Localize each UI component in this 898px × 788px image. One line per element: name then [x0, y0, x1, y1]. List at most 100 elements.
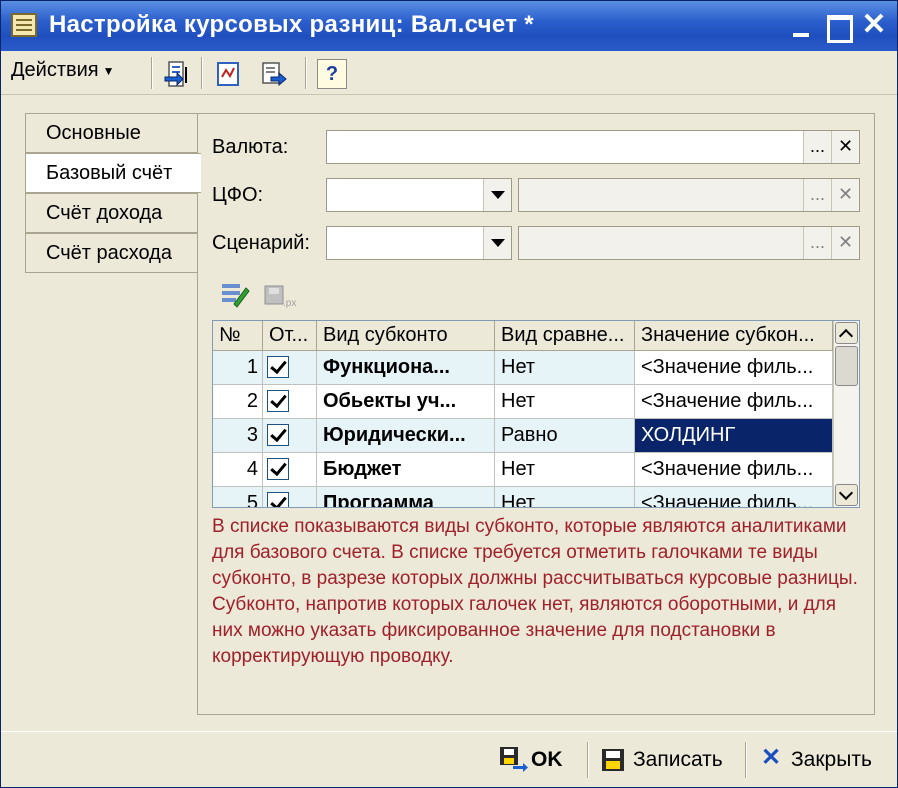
cfo-select-button[interactable]: ... — [803, 179, 831, 211]
col-header-compare[interactable]: Вид сравне... — [495, 321, 635, 351]
table-scrollbar[interactable] — [833, 321, 859, 507]
col-header-value[interactable]: Значение субкон... — [635, 321, 833, 351]
actions-menu-label: Действия — [11, 59, 99, 81]
help-description: В списке показываются виды субконто, кот… — [212, 516, 858, 667]
tab-list: Основные Базовый счёт Счёт дохода Счёт р… — [25, 113, 201, 273]
table-row[interactable]: 4 Бюджет Нет <Значение филь... — [213, 453, 833, 487]
cfo-label: ЦФО: — [212, 184, 264, 206]
col-header-num[interactable]: № — [213, 321, 263, 351]
cfo-value-field[interactable]: ... ✕ — [518, 178, 860, 212]
row-checkbox-cell[interactable] — [263, 487, 317, 507]
scenario-type-select[interactable] — [326, 226, 512, 260]
row-compare[interactable]: Нет — [495, 453, 635, 486]
save-and-close-icon — [499, 746, 528, 773]
chevron-down-icon[interactable] — [483, 227, 511, 259]
navigate-icon[interactable] — [259, 59, 289, 89]
row-compare[interactable]: Нет — [495, 487, 635, 507]
button-separator — [745, 742, 747, 778]
row-value[interactable]: <Значение филь... — [635, 453, 833, 486]
currency-select-button[interactable]: ... — [803, 131, 831, 163]
currency-field[interactable]: ... ✕ — [326, 130, 860, 164]
toolbar-separator — [151, 57, 153, 89]
dialog-buttons: OK Записать ✕ Закрыть — [1, 731, 897, 787]
scroll-up-button[interactable] — [835, 322, 858, 344]
row-value[interactable]: <Значение филь... — [635, 385, 833, 418]
svg-text:.px: .px — [283, 298, 296, 308]
scenario-label: Сценарий: — [212, 232, 310, 254]
row-value[interactable]: <Значение филь... — [635, 487, 833, 507]
title-bar[interactable]: Настройка курсовых разниц: Вал.счет * ✕ — [1, 1, 897, 51]
currency-clear-button[interactable]: ✕ — [831, 131, 859, 163]
scroll-thumb[interactable] — [835, 346, 858, 386]
table-header: № От... Вид субконто Вид сравне... Значе… — [213, 321, 833, 351]
actions-menu[interactable]: Действия ▼ — [11, 59, 115, 87]
row-checkbox-cell[interactable] — [263, 419, 317, 452]
form-icon — [11, 13, 37, 37]
cfo-clear-button[interactable]: ✕ — [831, 179, 859, 211]
journal-icon[interactable] — [213, 59, 243, 89]
cfo-type-select[interactable] — [326, 178, 512, 212]
row-compare[interactable]: Нет — [495, 385, 635, 418]
window-title: Настройка курсовых разниц: Вал.счет * — [49, 11, 534, 38]
row-number: 4 — [213, 453, 263, 486]
row-compare[interactable]: Нет — [495, 351, 635, 384]
row-value[interactable]: <Значение филь... — [635, 351, 833, 384]
scenario-value-field[interactable]: ... ✕ — [518, 226, 860, 260]
row-checkbox[interactable] — [267, 458, 289, 480]
row-checkbox[interactable] — [267, 390, 289, 412]
row-checkbox[interactable] — [267, 492, 289, 507]
fill-list-icon[interactable] — [220, 280, 250, 308]
ok-button[interactable]: OK — [499, 740, 563, 780]
tab-expense-account[interactable]: Счёт расхода — [25, 233, 199, 273]
button-separator — [587, 742, 589, 778]
currency-label: Валюта: — [212, 136, 289, 158]
save-settings-icon[interactable]: .px — [264, 284, 298, 309]
row-checkbox-cell[interactable] — [263, 351, 317, 384]
toolbar: Действия ▼ ? — [1, 51, 897, 95]
row-number: 3 — [213, 419, 263, 452]
move-to-icon[interactable] — [161, 59, 191, 89]
table-row[interactable]: 2 Обьекты уч... Нет <Значение филь... — [213, 385, 833, 419]
scroll-down-button[interactable] — [835, 484, 858, 506]
row-kind[interactable]: Функциона... — [317, 351, 495, 384]
row-number: 5 — [213, 487, 263, 507]
row-kind[interactable]: Бюджет — [317, 453, 495, 486]
tab-main[interactable]: Основные — [25, 113, 199, 153]
subconto-table[interactable]: № От... Вид субконто Вид сравне... Значе… — [212, 320, 860, 508]
row-number: 2 — [213, 385, 263, 418]
scenario-clear-button[interactable]: ✕ — [831, 227, 859, 259]
table-row[interactable]: 5 Программа Нет <Значение филь... — [213, 487, 833, 507]
row-checkbox-cell[interactable] — [263, 385, 317, 418]
row-checkbox[interactable] — [267, 356, 289, 378]
row-checkbox[interactable] — [267, 424, 289, 446]
maximize-button[interactable] — [823, 11, 853, 43]
toolbar-separator — [201, 57, 203, 89]
table-row[interactable]: 3 Юридически... Равно ХОЛДИНГ — [213, 419, 833, 453]
row-checkbox-cell[interactable] — [263, 453, 317, 486]
table-row[interactable]: 1 Функциона... Нет <Значение филь... — [213, 351, 833, 385]
chevron-down-icon: ▼ — [102, 63, 115, 78]
row-kind[interactable]: Программа — [317, 487, 495, 507]
help-icon[interactable]: ? — [317, 59, 347, 89]
tab-income-account[interactable]: Счёт дохода — [25, 193, 199, 233]
row-value-selected[interactable]: ХОЛДИНГ — [635, 419, 833, 452]
row-kind[interactable]: Юридически... — [317, 419, 495, 452]
save-button[interactable]: Записать — [601, 740, 723, 780]
row-kind[interactable]: Обьекты уч... — [317, 385, 495, 418]
close-button[interactable]: ✕ Закрыть — [759, 740, 872, 780]
close-window-button[interactable]: ✕ — [859, 10, 889, 41]
ok-button-label: OK — [531, 748, 563, 771]
scenario-select-button[interactable]: ... — [803, 227, 831, 259]
toolbar-separator — [305, 57, 307, 89]
tab-page-base-account: Валюта: ... ✕ ЦФО: ... ✕ Сценарий: ... ✕… — [197, 113, 875, 715]
row-number: 1 — [213, 351, 263, 384]
col-header-kind[interactable]: Вид субконто — [317, 321, 495, 351]
chevron-down-icon[interactable] — [483, 179, 511, 211]
minimize-button[interactable] — [787, 11, 817, 41]
row-compare[interactable]: Равно — [495, 419, 635, 452]
settings-window: Настройка курсовых разниц: Вал.счет * ✕ … — [0, 0, 898, 788]
tab-base-account[interactable]: Базовый счёт — [25, 153, 201, 193]
save-button-label: Записать — [633, 748, 723, 771]
close-button-label: Закрыть — [791, 748, 872, 771]
col-header-mark[interactable]: От... — [263, 321, 317, 351]
